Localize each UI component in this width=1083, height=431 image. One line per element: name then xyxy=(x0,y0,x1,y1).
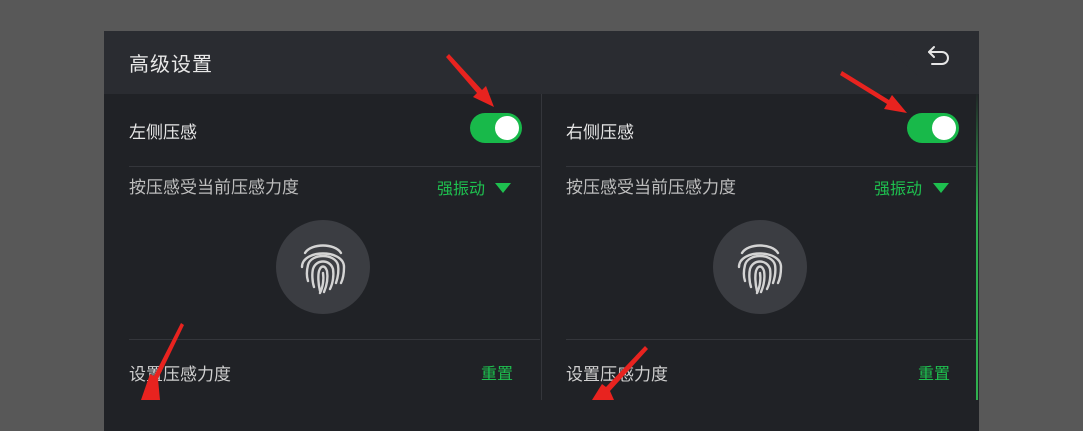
annotation-arrow-icon xyxy=(446,54,494,107)
annotation-arrows xyxy=(141,54,907,400)
annotation-arrow-icon xyxy=(592,346,648,400)
annotation-arrow-icon xyxy=(141,323,184,400)
annotation-arrow-icon xyxy=(840,71,907,113)
